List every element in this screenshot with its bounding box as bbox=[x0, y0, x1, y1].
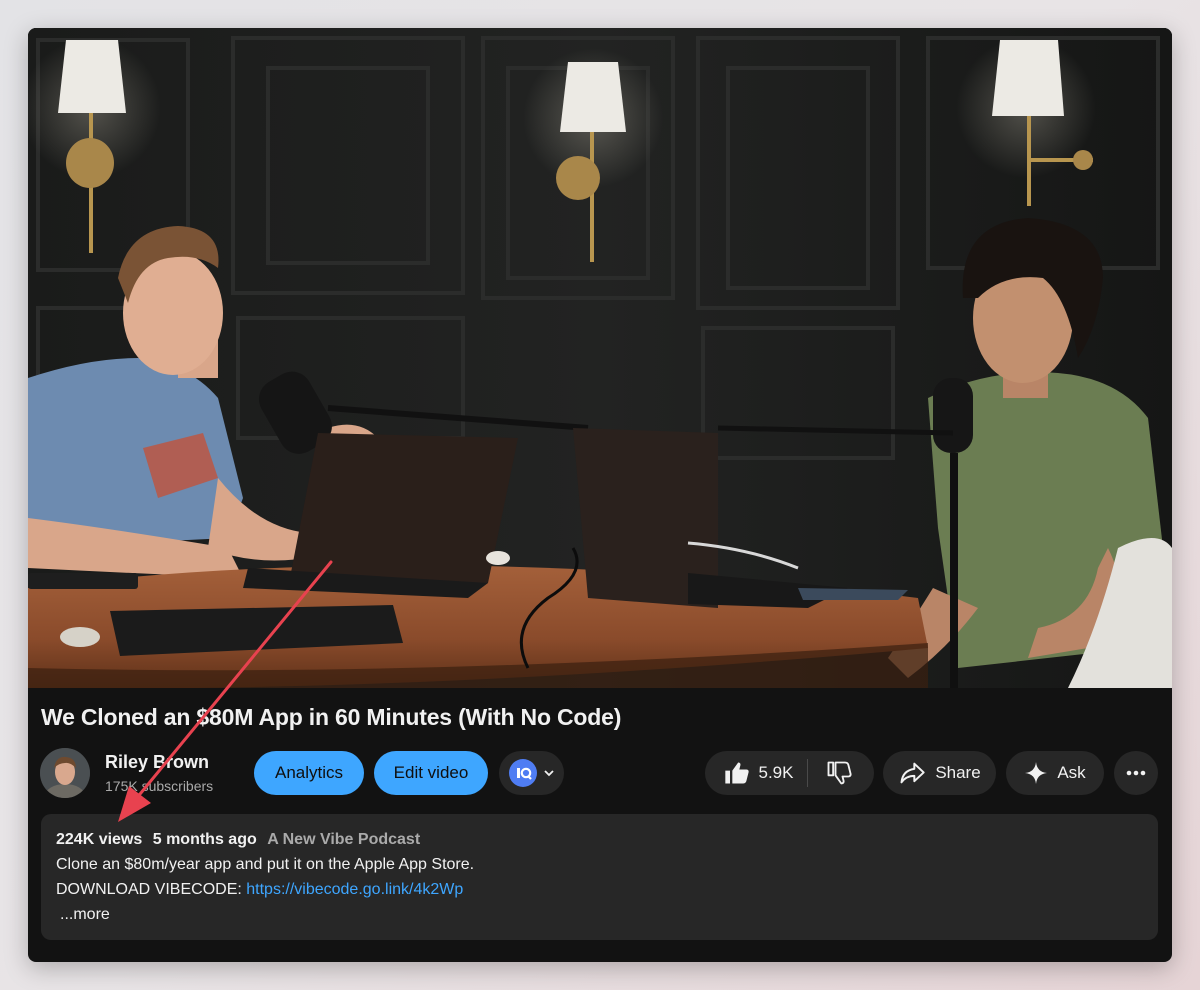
dislike-button[interactable] bbox=[808, 751, 870, 795]
video-title: We Cloned an $80M App in 60 Minutes (Wit… bbox=[41, 704, 622, 730]
ask-button[interactable]: Ask bbox=[1006, 751, 1104, 795]
chevron-down-icon bbox=[543, 770, 554, 777]
thumbs-up-icon bbox=[724, 762, 749, 784]
description-meta: 224K views 5 months ago A New Vibe Podca… bbox=[56, 831, 420, 849]
video-player[interactable] bbox=[28, 28, 1172, 688]
avatar-image bbox=[40, 748, 90, 798]
like-count: 5.9K bbox=[758, 763, 794, 782]
extension-menu-button[interactable] bbox=[499, 751, 564, 795]
description-line-2: DOWNLOAD VIBECODE: https://vibecode.go.l… bbox=[56, 881, 463, 899]
like-button[interactable]: 5.9K bbox=[709, 751, 808, 795]
description-box[interactable]: 224K views 5 months ago A New Vibe Podca… bbox=[41, 814, 1158, 940]
share-arrow-icon bbox=[900, 762, 925, 784]
video-frame-image bbox=[28, 28, 1172, 688]
download-prefix: DOWNLOAD VIBECODE: bbox=[56, 881, 247, 898]
ask-label: Ask bbox=[1057, 763, 1086, 782]
subscriber-count: 175K subscribers bbox=[105, 778, 214, 794]
show-more-link[interactable]: ...more bbox=[60, 906, 110, 924]
sparkle-icon bbox=[1025, 762, 1048, 784]
more-actions-button[interactable] bbox=[1114, 751, 1158, 795]
upload-age: 5 months ago bbox=[152, 831, 257, 848]
podcast-tag[interactable]: A New Vibe Podcast bbox=[267, 831, 420, 848]
view-count: 224K views bbox=[56, 831, 143, 848]
ellipsis-icon bbox=[1126, 770, 1146, 776]
share-button[interactable]: Share bbox=[883, 751, 996, 795]
like-dislike-group: 5.9K bbox=[705, 751, 874, 795]
edit-video-button[interactable]: Edit video bbox=[374, 751, 488, 795]
channel-avatar[interactable] bbox=[40, 748, 90, 798]
extension-logo-icon bbox=[508, 759, 537, 787]
thumbs-down-icon bbox=[828, 761, 853, 785]
description-line-1: Clone an $80m/year app and put it on the… bbox=[56, 856, 475, 873]
analytics-button[interactable]: Analytics bbox=[254, 751, 364, 795]
download-link[interactable]: https://vibecode.go.link/4k2Wp bbox=[246, 881, 463, 898]
channel-name[interactable]: Riley Brown bbox=[105, 752, 209, 773]
youtube-watch-window: We Cloned an $80M App in 60 Minutes (Wit… bbox=[28, 28, 1172, 962]
share-label: Share bbox=[935, 763, 981, 782]
